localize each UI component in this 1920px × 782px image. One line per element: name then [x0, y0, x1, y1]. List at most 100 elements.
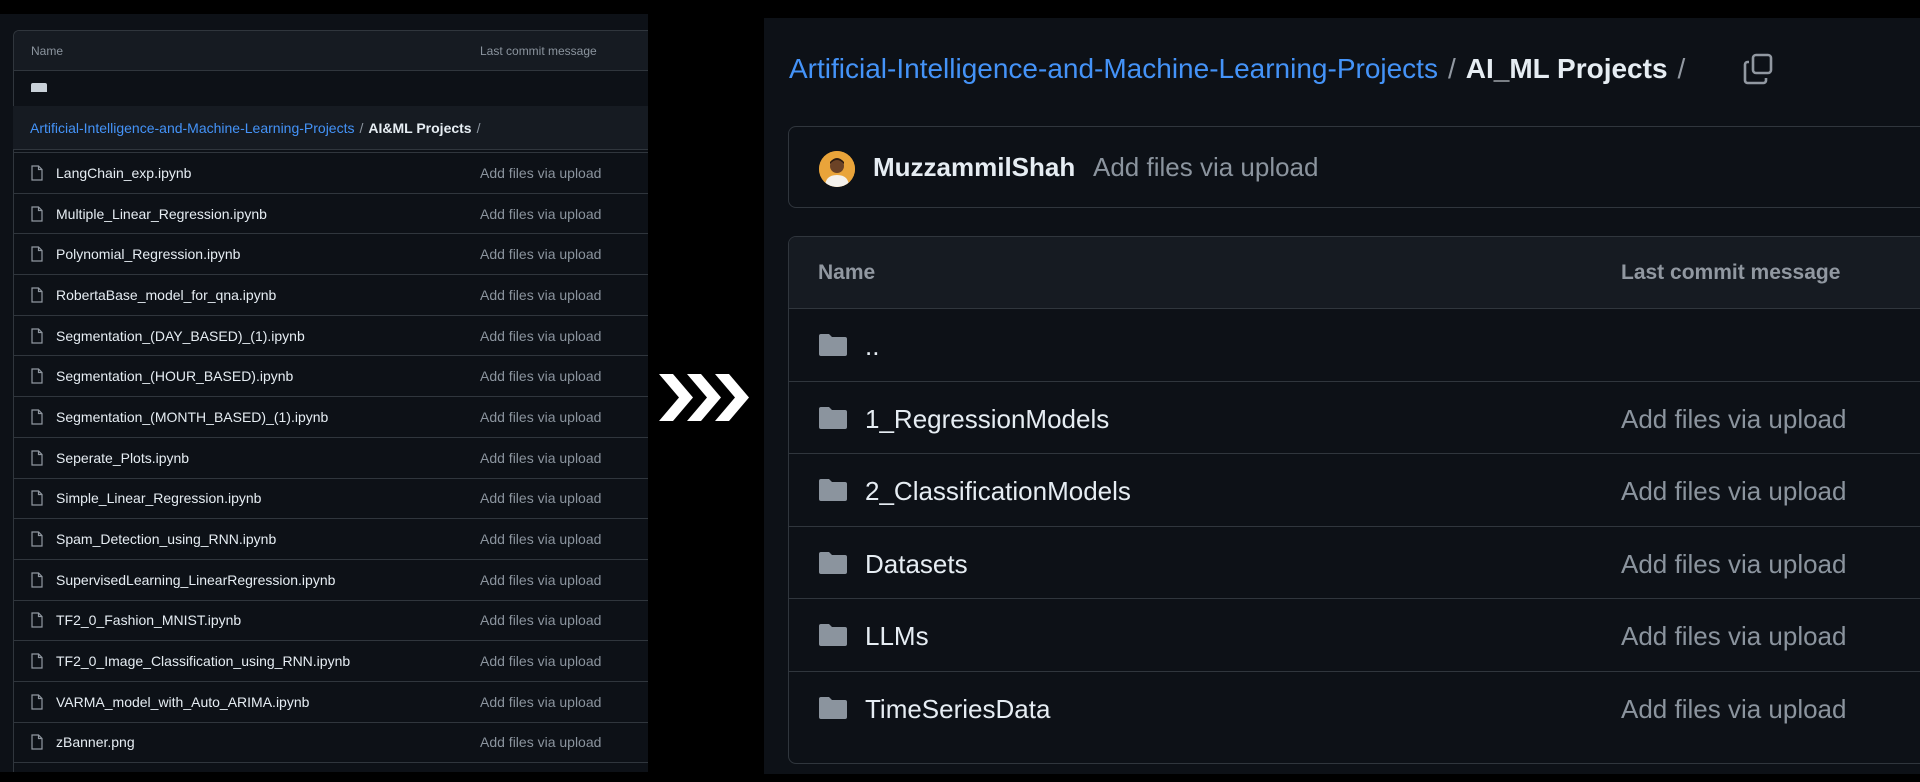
- commit-message-link[interactable]: Add files via upload: [480, 653, 601, 669]
- breadcrumb: Artificial-Intelligence-and-Machine-Lear…: [13, 106, 648, 150]
- commit-message-link[interactable]: Add files via upload: [480, 490, 601, 506]
- file-name-link[interactable]: RobertaBase_model_for_qna.ipynb: [56, 287, 276, 303]
- breadcrumb-separator: /: [476, 119, 481, 136]
- folder-icon: [818, 406, 848, 430]
- file-name-link[interactable]: TF2_0_Fashion_MNIST.ipynb: [56, 612, 241, 628]
- table-row[interactable]: Segmentation_(MONTH_BASED)_(1).ipynb Add …: [14, 397, 648, 438]
- file-icon: [31, 653, 43, 669]
- table-row[interactable]: SupervisedLearning_LinearRegression.ipyn…: [14, 560, 648, 601]
- file-icon: [31, 734, 43, 751]
- table-row[interactable]: Datasets Add files via upload: [789, 527, 1920, 600]
- file-name-link[interactable]: TF2_0_Image_Classification_using_RNN.ipy…: [56, 653, 350, 669]
- commit-message-link[interactable]: Add files via upload: [1621, 404, 1846, 435]
- breadcrumb-repo-link[interactable]: Artificial-Intelligence-and-Machine-Lear…: [30, 120, 354, 136]
- left-screenshot-panel: Name Last commit message LangChain_exp.i…: [0, 14, 648, 772]
- table-row[interactable]: LangChain_exp.ipynb Add files via upload: [14, 153, 648, 194]
- folder-icon: [818, 551, 848, 575]
- file-icon: [31, 327, 43, 344]
- table-row[interactable]: VARMA_model_with_Auto_ARIMA.ipynb Add fil…: [14, 682, 648, 723]
- folder-name-link[interactable]: TimeSeriesData: [865, 694, 1050, 725]
- file-name-link[interactable]: Spam_Detection_using_RNN.ipynb: [56, 531, 276, 547]
- breadcrumb-separator: /: [1677, 53, 1686, 84]
- folder-name-link[interactable]: ..: [865, 331, 879, 362]
- file-name-link[interactable]: Segmentation_(HOUR_BASED).ipynb: [56, 368, 293, 384]
- folder-name-link[interactable]: Datasets: [865, 549, 968, 580]
- commit-message-link[interactable]: Add files via upload: [480, 734, 601, 750]
- table-row[interactable]: zBanner.png Add files via upload: [14, 723, 648, 764]
- table-row[interactable]: TimeSeriesData Add files via upload: [789, 672, 1920, 745]
- table-row[interactable]: Segmentation_(HOUR_BASED).ipynb Add files…: [14, 356, 648, 398]
- file-icon: [31, 165, 43, 181]
- avatar[interactable]: [819, 151, 855, 187]
- chevron-right-icon: [659, 374, 749, 421]
- commit-message-link[interactable]: Add files via upload: [480, 206, 601, 222]
- commit-column-header: Last commit message: [480, 43, 597, 58]
- commit-message-link[interactable]: Add files via upload: [480, 287, 601, 303]
- commit-message-link[interactable]: Add files via upload: [1621, 694, 1846, 725]
- table-row[interactable]: Seperate_Plots.ipynb Add files via upload: [14, 438, 648, 479]
- commit-message-link[interactable]: Add files via upload: [480, 246, 601, 262]
- table-row[interactable]: 1_RegressionModels Add files via upload: [789, 382, 1920, 455]
- file-icon: [31, 409, 43, 425]
- file-name-link[interactable]: VARMA_model_with_Auto_ARIMA.ipynb: [56, 694, 309, 710]
- copy-icon[interactable]: [1742, 52, 1776, 86]
- table-row[interactable]: LLMs Add files via upload: [789, 599, 1920, 672]
- folder-icon: [818, 478, 848, 502]
- file-name-link[interactable]: Segmentation_(DAY_BASED)_(1).ipynb: [56, 328, 305, 344]
- commit-message[interactable]: Add files via upload: [1093, 152, 1318, 183]
- commit-message-link[interactable]: Add files via upload: [480, 612, 601, 628]
- table-row[interactable]: Spam_Detection_using_RNN.ipynb Add files …: [14, 519, 648, 560]
- folder-name-link[interactable]: 2_ClassificationModels: [865, 476, 1131, 507]
- right-screenshot-panel: Artificial-Intelligence-and-Machine-Lear…: [764, 18, 1920, 774]
- commit-message-link[interactable]: Add files via upload: [480, 531, 601, 547]
- commit-message-link[interactable]: Add files via upload: [1621, 621, 1846, 652]
- table-row[interactable]: TF2_0_Fashion_MNIST.ipynb Add files via u…: [14, 601, 648, 642]
- file-icon: [31, 246, 43, 262]
- file-icon: [31, 531, 43, 547]
- file-icon: [31, 450, 43, 466]
- file-name-link[interactable]: SupervisedLearning_LinearRegression.ipyn…: [56, 572, 335, 588]
- table-row[interactable]: 2_ClassificationModels Add files via uplo…: [789, 454, 1920, 527]
- name-column-header: Name: [31, 43, 64, 58]
- file-icon: [31, 287, 43, 303]
- folder-name-link[interactable]: 1_RegressionModels: [865, 404, 1109, 435]
- commit-message-link[interactable]: Add files via upload: [480, 450, 601, 466]
- commit-message-link[interactable]: Add files via upload: [480, 694, 601, 710]
- file-icon: [31, 572, 43, 588]
- breadcrumb-separator: /: [1447, 53, 1456, 84]
- commit-message-link[interactable]: Add files via upload: [480, 328, 601, 344]
- commit-message-link[interactable]: Add files via upload: [480, 409, 601, 425]
- table-header: Name Last commit message: [789, 237, 1920, 309]
- file-name-link[interactable]: zBanner.png: [56, 734, 135, 750]
- latest-commit-box: MuzzammilShah Add files via upload: [788, 126, 1920, 208]
- commit-message-link[interactable]: Add files via upload: [480, 165, 601, 181]
- file-name-link[interactable]: Polynomial_Regression.ipynb: [56, 246, 240, 262]
- commit-column-header: Last commit message: [1621, 261, 1841, 284]
- breadcrumb-repo-link[interactable]: Artificial-Intelligence-and-Machine-Lear…: [789, 53, 1438, 85]
- file-icon: [31, 612, 43, 629]
- file-name-link[interactable]: Seperate_Plots.ipynb: [56, 450, 189, 466]
- folder-icon: [31, 83, 47, 92]
- file-name-link[interactable]: LangChain_exp.ipynb: [56, 165, 191, 181]
- name-column-header: Name: [818, 261, 876, 284]
- table-row[interactable]: Polynomial_Regression.ipynb Add files via…: [14, 234, 648, 276]
- folder-table: Name Last commit message .. 1_RegressionM…: [788, 236, 1920, 764]
- file-icon: [31, 205, 43, 222]
- table-row[interactable]: TF2_0_Image_Classification_using_RNN.ipy…: [14, 641, 648, 682]
- commit-message-link[interactable]: Add files via upload: [480, 572, 601, 588]
- file-icon: [31, 694, 43, 710]
- table-row[interactable]: ..: [789, 309, 1920, 382]
- commit-message-link[interactable]: Add files via upload: [480, 368, 601, 384]
- commit-author[interactable]: MuzzammilShah: [873, 152, 1075, 183]
- commit-message-link[interactable]: Add files via upload: [1621, 476, 1846, 507]
- file-name-link[interactable]: Segmentation_(MONTH_BASED)_(1).ipynb: [56, 409, 328, 425]
- table-row[interactable]: RobertaBase_model_for_qna.ipynb Add files…: [14, 275, 648, 316]
- table-row[interactable]: Multiple_Linear_Regression.ipynb Add file…: [14, 194, 648, 235]
- folder-name-link[interactable]: LLMs: [865, 621, 929, 652]
- file-name-link[interactable]: Simple_Linear_Regression.ipynb: [56, 490, 261, 506]
- commit-message-link[interactable]: Add files via upload: [1621, 549, 1846, 580]
- file-name-link[interactable]: Multiple_Linear_Regression.ipynb: [56, 206, 267, 222]
- table-row[interactable]: Segmentation_(DAY_BASED)_(1).ipynb Add fi…: [14, 316, 648, 357]
- table-row[interactable]: Simple_Linear_Regression.ipynb Add files …: [14, 479, 648, 520]
- breadcrumb-current: AI_ML Projects: [1465, 53, 1668, 84]
